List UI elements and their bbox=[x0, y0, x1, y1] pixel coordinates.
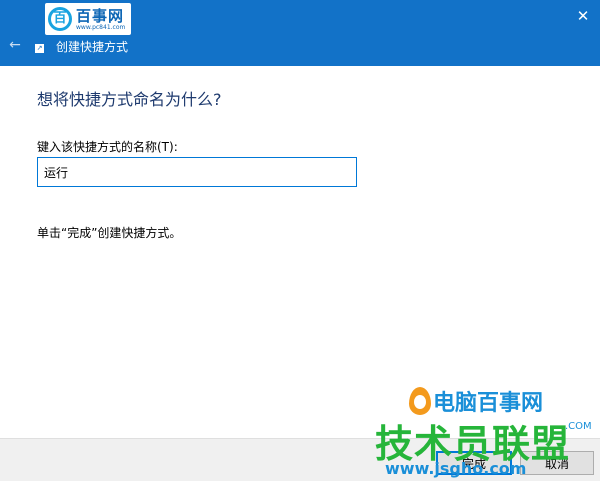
watermark-logo-bottom: 电脑百事网 技术员联盟 .COM www.jsgho.com bbox=[375, 385, 600, 481]
window-title: 创建快捷方式 bbox=[56, 40, 129, 54]
watermark-url: www.jsgho.com bbox=[385, 459, 527, 478]
logo-badge-icon: 百 bbox=[48, 7, 72, 31]
shortcut-name-label: 键入该快捷方式的名称(T): bbox=[37, 140, 178, 154]
logo-brand-text: 百事网 bbox=[76, 7, 125, 25]
arrow-left-icon: ← bbox=[9, 37, 21, 53]
logo-drop-inner-icon bbox=[414, 395, 426, 409]
shortcut-name-input[interactable] bbox=[37, 157, 357, 187]
create-shortcut-dialog: 百 百事网 www.pc841.com ← ↗ 创建快捷方式 ✕ 想将快捷方式命… bbox=[0, 0, 600, 481]
page-heading: 想将快捷方式命名为什么? bbox=[37, 90, 222, 109]
close-button[interactable]: ✕ bbox=[568, 2, 598, 30]
watermark-com: .COM bbox=[565, 421, 592, 432]
finish-hint-text: 单击“完成”创建快捷方式。 bbox=[37, 226, 182, 240]
logo-domain-text: www.pc841.com bbox=[76, 24, 126, 31]
watermark-logo-top: 百 百事网 www.pc841.com bbox=[45, 3, 131, 35]
back-button[interactable]: ← bbox=[6, 36, 24, 54]
shortcut-icon: ↗ bbox=[35, 44, 44, 53]
title-bar: 百 百事网 www.pc841.com ← ↗ 创建快捷方式 ✕ bbox=[0, 0, 600, 66]
close-icon: ✕ bbox=[576, 7, 590, 25]
